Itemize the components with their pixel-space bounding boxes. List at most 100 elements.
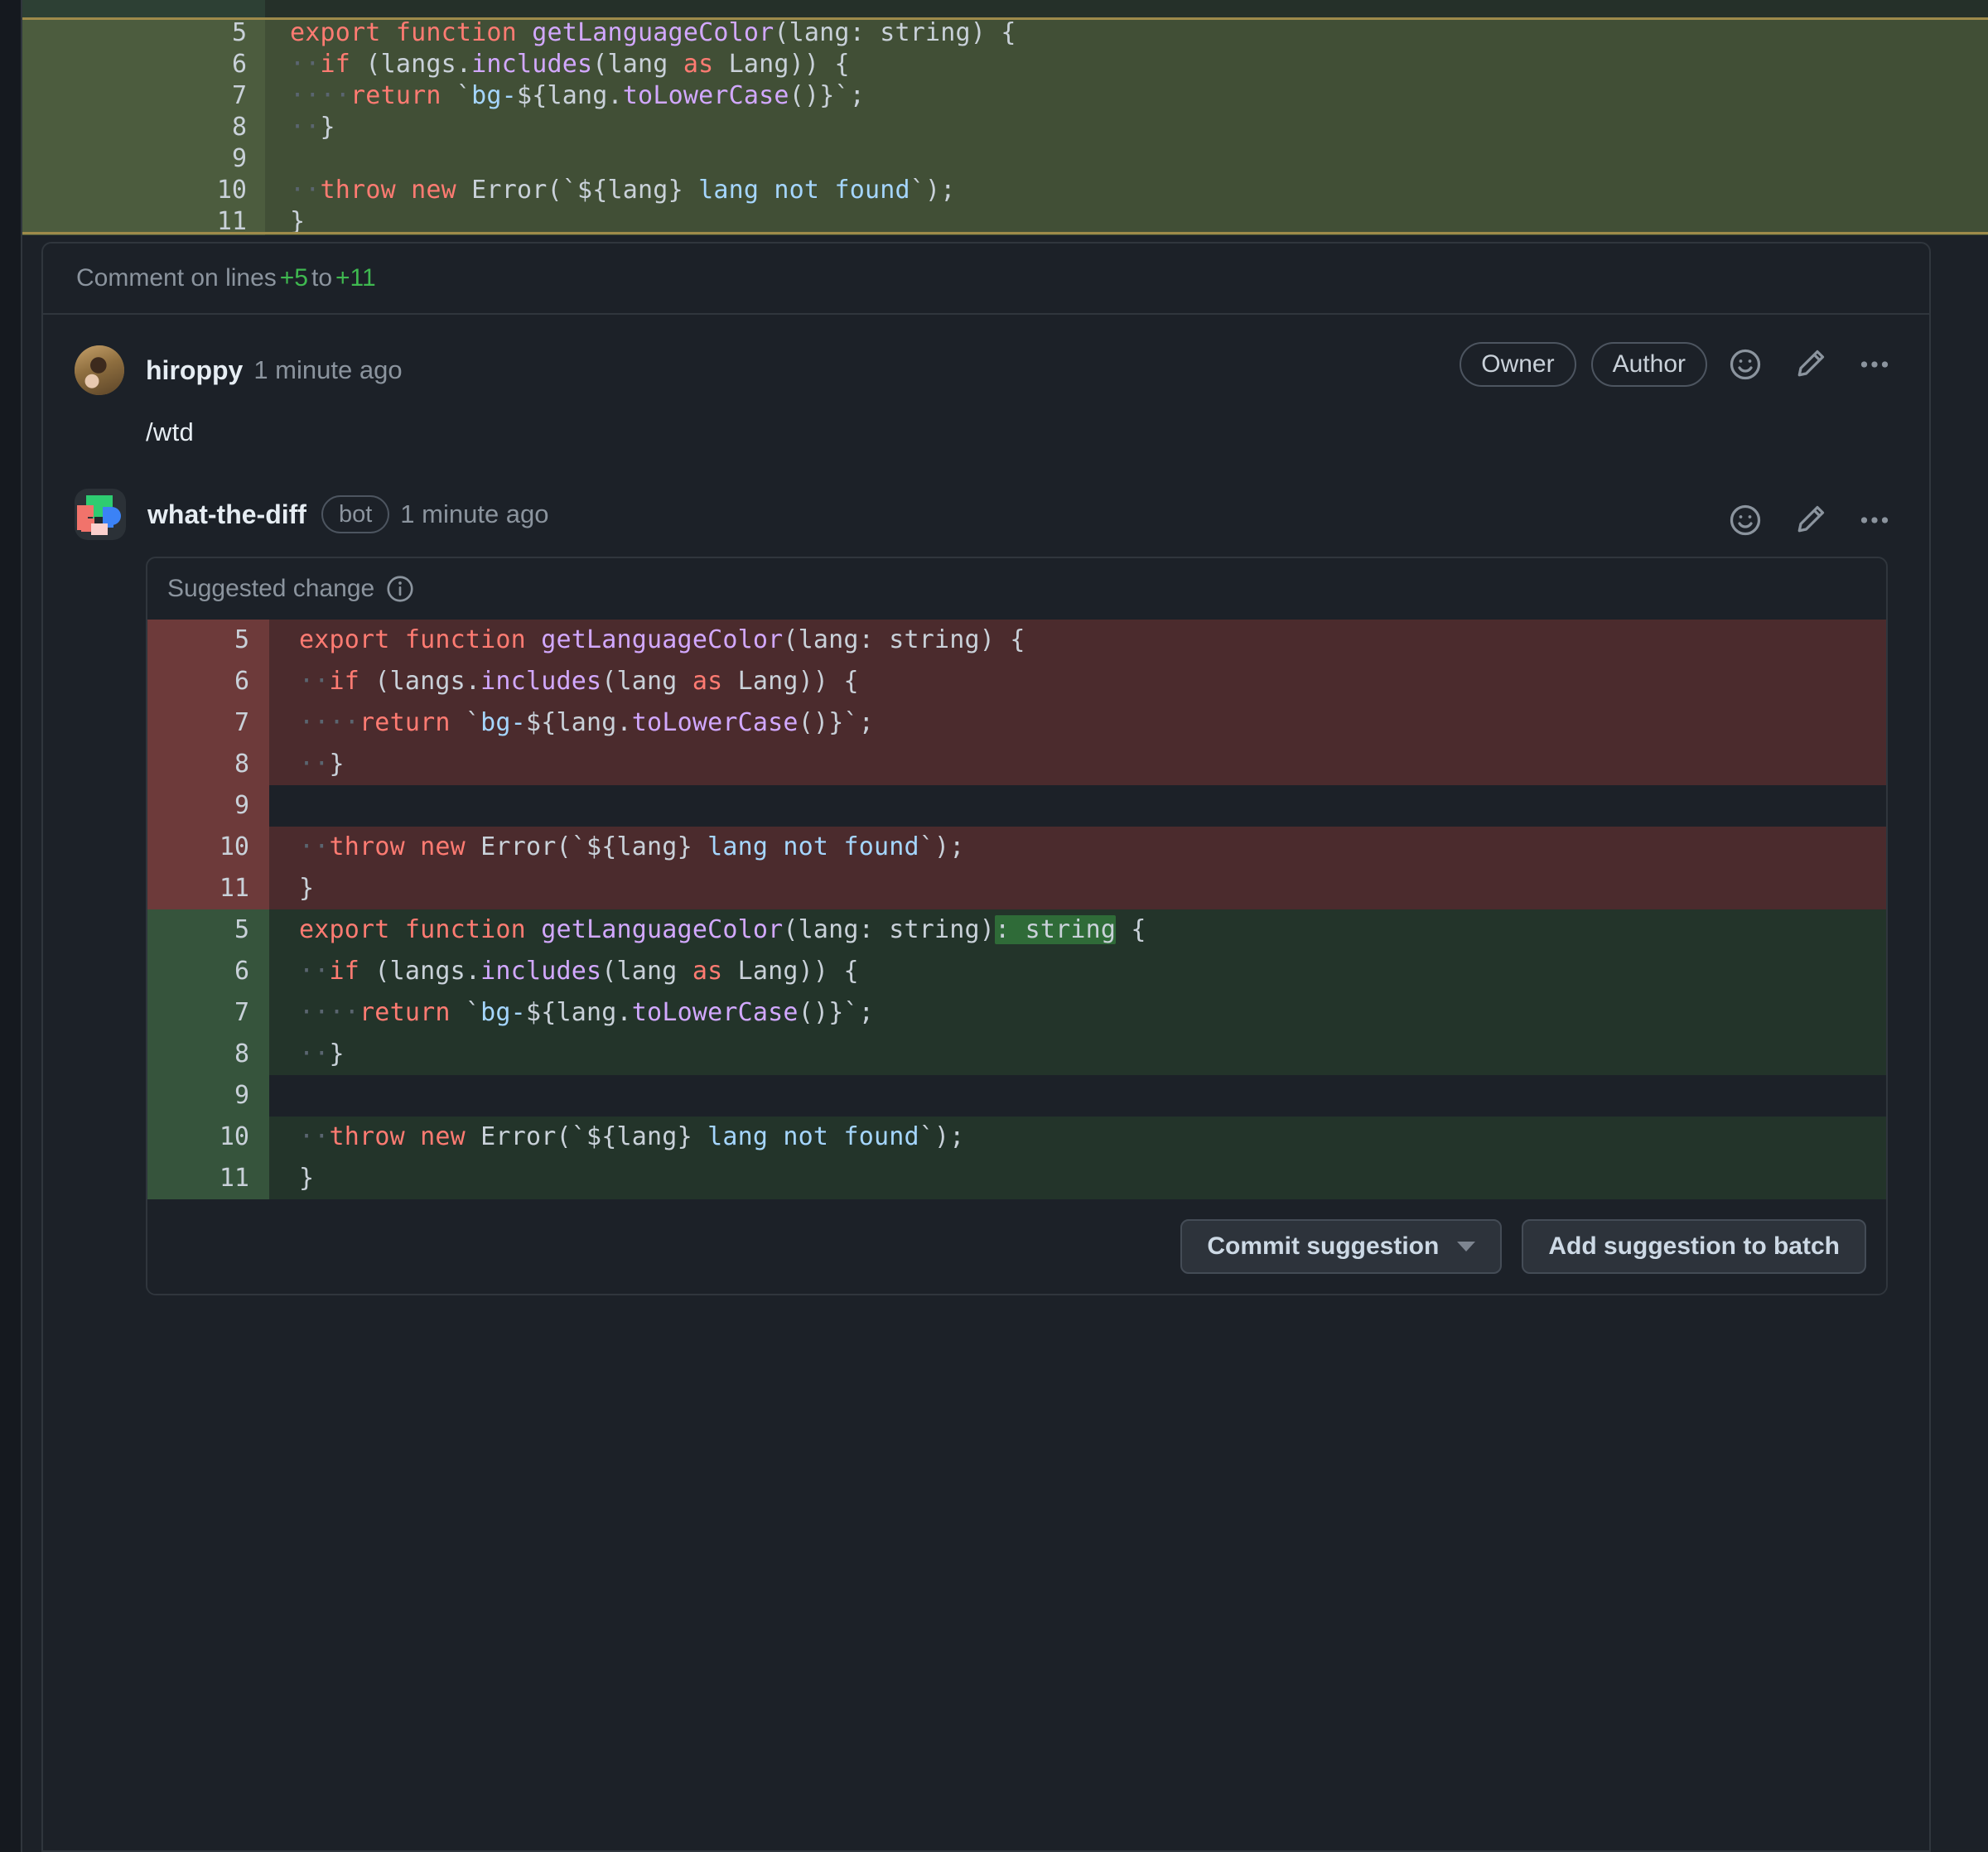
code-token: getLanguageColor [541,625,784,654]
code-token: includes [480,957,602,986]
suggested-change-title: Suggested change [167,575,375,602]
code-token: Error(` [465,1122,586,1151]
code-line-row: 5 export function getLanguageColor(lang: … [147,909,1886,951]
badge-owner: Owner [1460,342,1576,387]
reaction-icon[interactable] [1719,338,1772,391]
line-number[interactable]: 9 [147,785,269,827]
line-number[interactable]: 9 [147,1075,269,1117]
add-suggestion-to-batch-button[interactable]: Add suggestion to batch [1522,1219,1866,1274]
line-number[interactable]: 11 [147,868,269,909]
suggestion-footer: Commit suggestion Add suggestion to batc… [147,1199,1886,1294]
info-icon[interactable] [386,575,414,603]
avatar[interactable] [75,345,124,395]
comment-on-lines-prefix: Comment on lines [76,264,277,292]
comment-header-hiroppy: hiroppy 1 minute ago Owner Author [43,315,1929,396]
code-token: ·· [299,750,330,779]
code-token: export [299,625,405,654]
code-token: bg- [480,708,526,737]
kebab-icon[interactable] [1848,338,1901,391]
suggested-change-header: Suggested change [147,558,1886,620]
edit-icon[interactable] [1783,494,1836,547]
line-number[interactable]: 11 [147,1158,269,1199]
code-token: bg- [480,998,526,1027]
comment-actions: Owner Author [1445,338,1901,391]
suggested-change-box: Suggested change 5 export function getLan… [146,557,1888,1295]
code-token: export [299,915,405,944]
chevron-down-icon[interactable] [1457,1242,1476,1252]
comment-header-bot: what-the-diff bot 1 minute ago [43,447,1929,540]
code-line-row: 8 ··} [147,1034,1886,1075]
code-line-row: 7 ····return `bg-${lang.toLowerCase()}`; [147,702,1886,744]
code-token: ·· [299,957,330,986]
code-line: export function getLanguageColor(lang: s… [269,909,1886,951]
code-line-row: 9 [147,1075,1886,1117]
line-number[interactable]: 10 [147,827,269,868]
code-token: (lang [601,667,692,696]
commit-suggestion-label: Commit suggestion [1207,1232,1440,1260]
code-token: Lang)) { [722,957,859,986]
comment-author-name[interactable]: hiroppy [146,355,243,386]
code-line: } [269,1158,1886,1199]
comment-selection-outline [22,17,1988,234]
code-token: new [420,1122,466,1151]
line-number[interactable]: 6 [147,951,269,992]
line-number[interactable]: 10 [147,1117,269,1158]
line-number[interactable]: 6 [147,661,269,702]
code-token: ·· [299,832,330,861]
code-token: ${lang} [586,832,692,861]
code-token: (lang: string) [783,915,996,944]
code-line: ··if (langs.includes(lang as Lang)) { [269,951,1886,992]
code-token: ···· [299,708,360,737]
comment-line-to: +11 [335,264,376,292]
kebab-icon[interactable] [1848,494,1901,547]
code-token: `); [919,832,965,861]
comment-timestamp[interactable]: 1 minute ago [400,499,548,529]
comment-timestamp[interactable]: 1 minute ago [253,355,402,385]
code-token: Error(` [465,832,586,861]
code-token: function [404,915,542,944]
code-line-row: 11} [147,1158,1886,1199]
suggestion-deleted-lines: 5 export function getLanguageColor(lang: … [147,620,1886,909]
code-token: return [359,998,451,1027]
code-token: ()}`; [798,998,874,1027]
code-line-row: 6 ··if (langs.includes(lang as Lang)) { [147,661,1886,702]
comment-author-name[interactable]: what-the-diff [147,499,306,530]
line-number[interactable]: 8 [147,744,269,785]
badge-author: Author [1590,342,1707,387]
code-token: Lang)) { [722,667,859,696]
line-number[interactable]: 8 [147,1034,269,1075]
code-token: toLowerCase [631,998,799,1027]
code-token: } [329,750,345,779]
code-token: throw [329,832,405,861]
commit-suggestion-button[interactable]: Commit suggestion [1180,1219,1503,1274]
code-token: ${lang. [525,998,632,1027]
code-token: `); [919,1122,965,1151]
code-line-row: 6 ··if (langs.includes(lang as Lang)) { [147,951,1886,992]
code-line: ····return `bg-${lang.toLowerCase()}`; [269,702,1886,744]
line-number[interactable]: 5 [147,620,269,661]
code-token: includes [480,667,602,696]
code-token: ·· [299,1039,330,1068]
code-line: ··} [269,1034,1886,1075]
bot-avatar[interactable] [75,489,126,540]
code-token: lang not found [692,1122,919,1151]
code-line-row: 5 export function getLanguageColor(lang: … [147,620,1886,661]
code-line: export function getLanguageColor(lang: s… [269,620,1886,661]
code-token: ()}`; [798,708,874,737]
code-line-row: 8 ··} [147,744,1886,785]
reaction-icon[interactable] [1719,494,1772,547]
code-token: if [329,667,360,696]
code-line: ··} [269,744,1886,785]
line-number[interactable]: 5 [147,909,269,951]
code-token: ${lang. [525,708,632,737]
line-number[interactable]: 7 [147,992,269,1034]
code-token: } [329,1039,345,1068]
edit-icon[interactable] [1783,338,1836,391]
code-token: getLanguageColor [541,915,784,944]
line-number[interactable]: 7 [147,702,269,744]
code-token: ` [450,998,481,1027]
code-token: (langs. [359,957,481,986]
code-line-row: 10 ··throw new Error(`${lang} lang not fo… [147,1117,1886,1158]
code-line-row: 11} [147,868,1886,909]
